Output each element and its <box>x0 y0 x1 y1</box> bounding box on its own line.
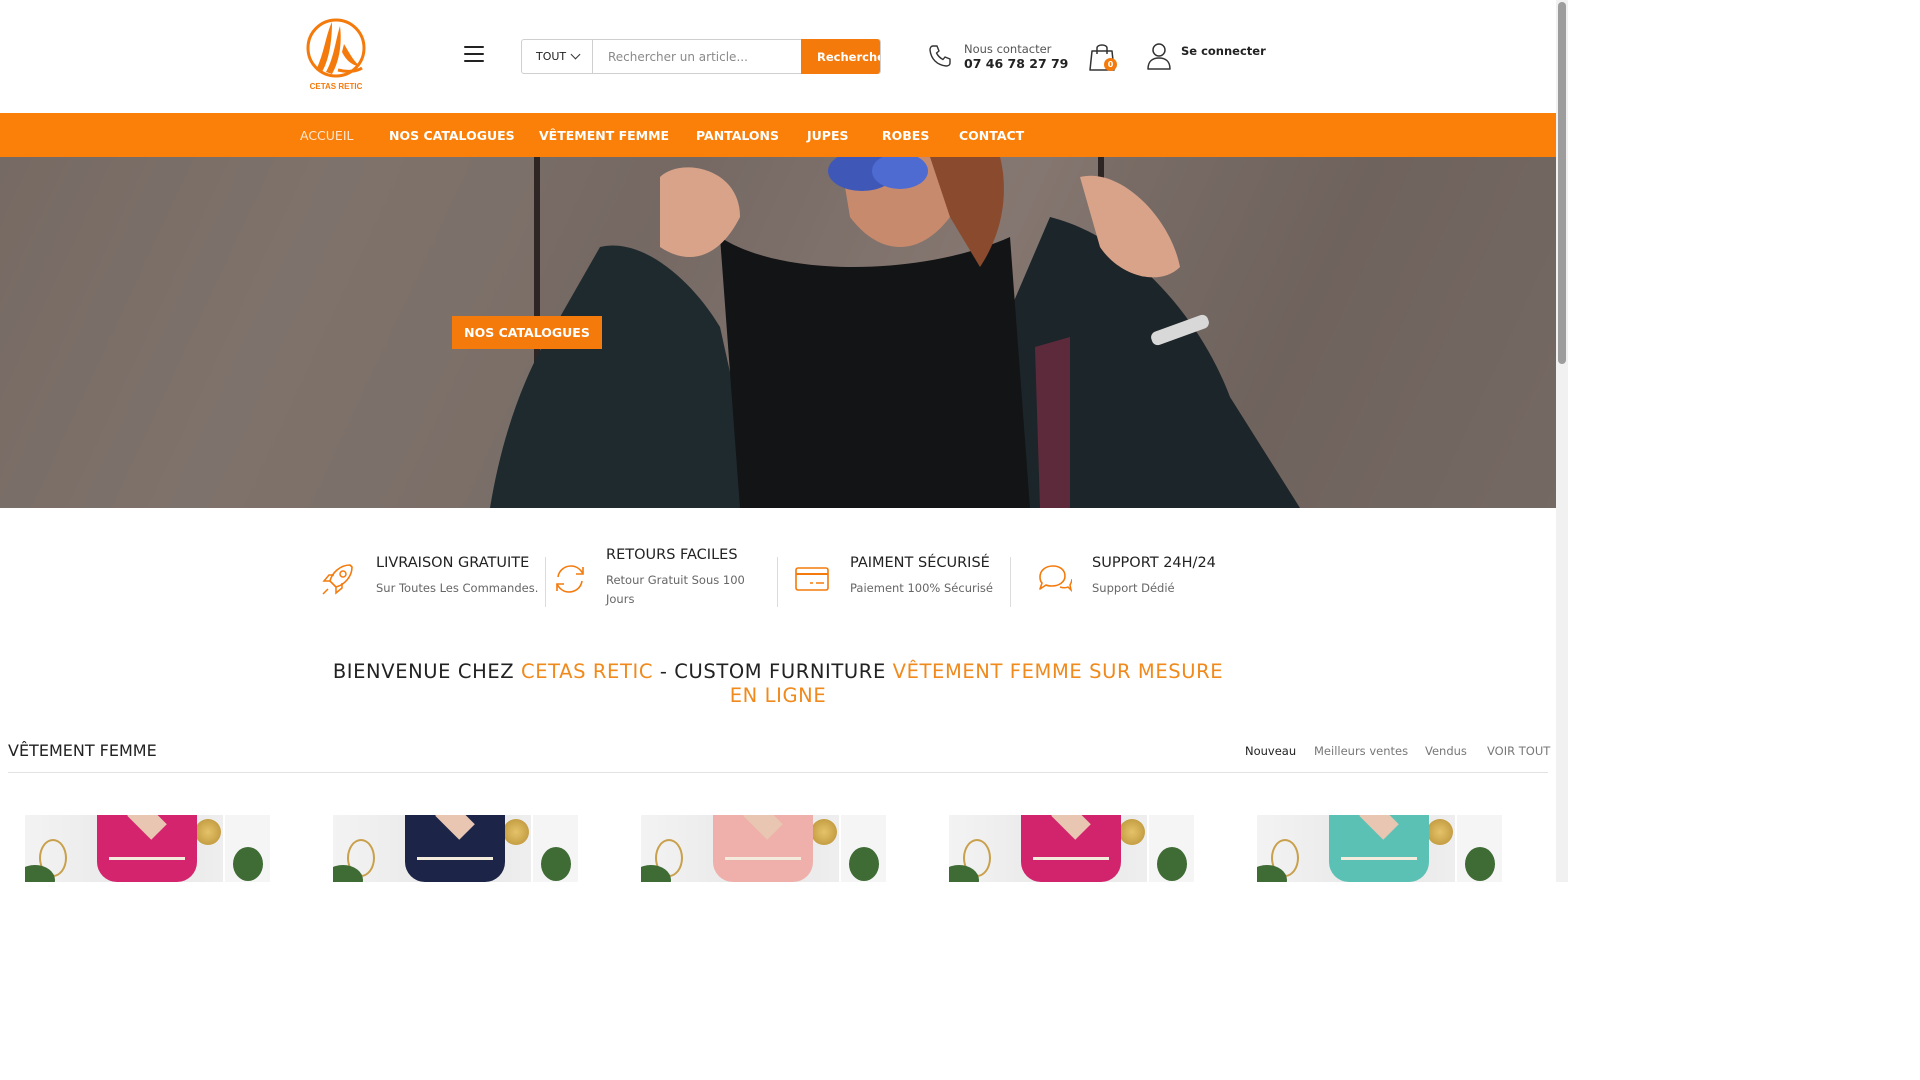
nav-item-contact[interactable]: CONTACT <box>959 128 1024 143</box>
feature-desc: Retour Gratuit Sous 100 Jours <box>606 573 745 606</box>
hero-catalog-button[interactable]: NOS CATALOGUES <box>452 316 602 349</box>
feature-desc: Paiement 100% Sécurisé <box>850 581 993 595</box>
cart-button[interactable]: 0 <box>1088 42 1117 72</box>
scrollbar-thumb[interactable] <box>1558 2 1566 364</box>
search-bar: TOUT Rechercher <box>521 39 881 74</box>
rocket-icon <box>322 564 353 595</box>
product-card[interactable] <box>1257 815 1502 882</box>
chat-bubbles-icon <box>1039 565 1072 593</box>
tab-meilleurs-ventes[interactable]: Meilleurs ventes <box>1314 744 1408 758</box>
hero-image <box>0 157 1556 508</box>
section-divider <box>8 772 1548 773</box>
welcome-text: - CUSTOM FURNITURE <box>653 660 893 683</box>
site-logo[interactable]: CETAS RETIC <box>302 14 370 96</box>
tab-nouveau[interactable]: Nouveau <box>1245 744 1296 758</box>
feature-title: LIVRAISON GRATUITE <box>376 555 530 571</box>
feature-divider <box>545 557 546 607</box>
search-category-select[interactable]: TOUT <box>522 40 593 73</box>
hero-banner: NOS CATALOGUES <box>0 157 1556 508</box>
product-card[interactable] <box>949 815 1194 882</box>
nav-item-accueil[interactable]: ACCUEIL <box>300 128 354 143</box>
login-link[interactable]: Se connecter <box>1146 42 1266 70</box>
cart-count-badge: 0 <box>1104 58 1117 71</box>
tab-voir-tout[interactable]: VOIR TOUT <box>1487 744 1550 758</box>
logo-mark-icon <box>306 18 366 78</box>
site-header: CETAS RETIC TOUT Rechercher Nous contact… <box>0 0 1556 113</box>
welcome-brand: CETAS RETIC <box>521 660 654 683</box>
feature-desc: Sur Toutes Les Commandes. <box>376 581 539 595</box>
search-category-label: TOUT <box>536 50 567 63</box>
product-card[interactable] <box>25 815 270 882</box>
nav-item-nos-catalogues[interactable]: NOS CATALOGUES <box>389 128 515 143</box>
feature-title: RETOURS FACILES <box>606 547 738 563</box>
contact-phone: 07 46 78 27 79 <box>964 56 1069 71</box>
main-navigation: ACCUEIL NOS CATALOGUES VÊTEMENT FEMME PA… <box>0 113 1556 157</box>
feature-desc: Support Dédié <box>1092 581 1175 595</box>
refresh-icon <box>556 565 584 593</box>
product-card[interactable] <box>333 815 578 882</box>
user-icon <box>1147 43 1171 70</box>
page-scrollbar[interactable] <box>1556 0 1568 882</box>
search-input[interactable] <box>593 40 801 73</box>
feature-title: SUPPORT 24H/24 <box>1092 555 1216 571</box>
login-label: Se connecter <box>1181 44 1266 58</box>
contact-label: Nous contacter <box>964 42 1052 56</box>
search-button[interactable]: Rechercher <box>801 39 880 74</box>
feature-divider <box>777 557 778 607</box>
feature-title: PAIMENT SÉCURISÉ <box>850 555 990 571</box>
nav-item-vetement-femme[interactable]: VÊTEMENT FEMME <box>539 128 669 143</box>
feature-divider <box>1010 557 1011 607</box>
logo-text: CETAS RETIC <box>309 82 363 91</box>
tab-vendus[interactable]: Vendus <box>1425 744 1467 758</box>
phone-icon <box>929 45 951 67</box>
nav-item-robes[interactable]: ROBES <box>882 128 929 143</box>
nav-item-pantalons[interactable]: PANTALONS <box>696 128 779 143</box>
credit-card-icon <box>795 567 829 591</box>
chevron-down-icon <box>570 49 581 60</box>
product-card[interactable] <box>641 815 886 882</box>
welcome-heading: BIENVENUE CHEZ CETAS RETIC - CUSTOM FURN… <box>320 660 1236 708</box>
nav-item-jupes[interactable]: JUPES <box>807 128 849 143</box>
welcome-text: BIENVENUE CHEZ <box>332 660 522 683</box>
menu-hamburger-icon[interactable] <box>462 46 486 66</box>
section-title: VÊTEMENT FEMME <box>8 741 157 760</box>
